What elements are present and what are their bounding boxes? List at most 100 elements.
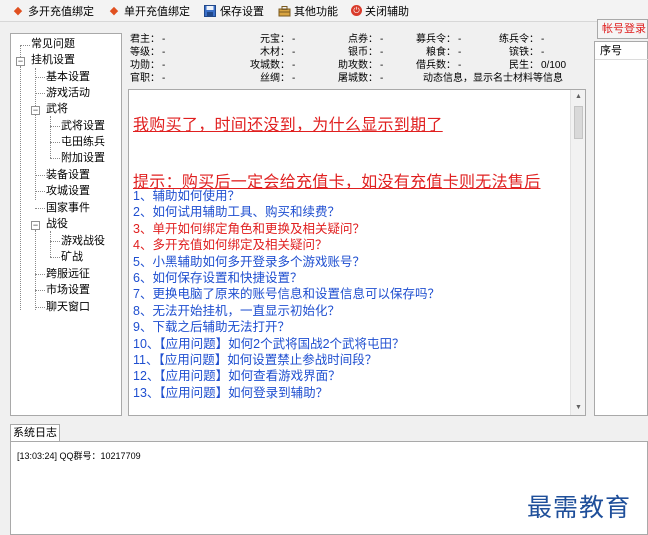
siege-count-field: 攻城数： - [250,60,296,71]
help-content-panel: 我购买了，时间还没到，为什么显示到期了 提示：购买后一定会给充值卡，如没有充值卡… [128,89,586,416]
faq-item[interactable]: 8、无法开始挂机，一直显示初始化？ [133,303,340,319]
log-line: [13:03:24] QQ群号：10217709 [17,451,141,461]
merit-field: 功勋： - [130,60,166,71]
silk-field: 丝绸： - [260,73,296,84]
tree-item-game-activities[interactable]: 游戏活动 [46,86,90,101]
column-header-no[interactable]: 序号 [595,42,648,60]
official-field: 官职： - [130,73,166,84]
tree-item-mine-battle[interactable]: 矿战 [61,250,83,265]
tree-collapse-icon[interactable]: − [31,221,40,230]
civilians-field: 民生： 0/100 [509,60,567,71]
tree-item-market-settings[interactable]: 市场设置 [46,283,90,298]
tree-item-state-events[interactable]: 国家事件 [46,201,90,216]
faq-item[interactable]: 12、【应用问题】如何查看游戏界面？ [133,368,341,384]
tree-item-hang-settings[interactable]: 挂机设置 [31,53,75,68]
tree-item-siege-settings[interactable]: 攻城设置 [46,184,90,199]
multi-bind-label: 多开充值绑定 [28,5,94,18]
faq-item[interactable]: 9、下载之后辅助无法打开？ [133,319,290,335]
level-field: 等级： - [130,47,166,58]
single-bind-button[interactable]: ◆ 单开充值绑定 [103,1,194,21]
account-list: 序号 [594,41,648,416]
faq-item[interactable]: 7、更换电脑了原来的账号信息和设置信息可以保存吗？ [133,286,440,302]
tree-item-common-problems[interactable]: 常见问题 [31,37,75,52]
tree-line [35,230,36,310]
tree-line [50,241,60,242]
scroll-up-arrow-icon[interactable]: ▲ [571,90,585,104]
floppy-disk-icon [203,4,217,18]
tree-line [35,175,45,176]
faq-item[interactable]: 1、辅助如何使用？ [133,188,240,204]
tree-item-extra-settings[interactable]: 附加设置 [61,151,105,166]
save-settings-button[interactable]: 保存设置 [199,1,268,21]
save-settings-label: 保存设置 [220,5,264,18]
coupons-field: 点券： - [348,34,384,45]
tree-line [20,45,30,46]
faq-item[interactable]: 6、如何保存设置和快捷设置？ [133,270,302,286]
power-icon: ⏻ [351,5,362,16]
tree-item-basic-settings[interactable]: 基本设置 [46,70,90,85]
tree-line [50,142,60,143]
tree-line [35,208,45,209]
other-functions-label: 其他功能 [294,5,338,18]
tree-line [35,307,45,308]
faq-item[interactable]: 4、多开充值如何绑定及相关疑问？ [133,237,327,253]
close-helper-button[interactable]: ⏻ 关闭辅助 [347,1,413,21]
iron-field: 镔铁： - [509,47,545,58]
borrow-troops-field: 借兵数： - [416,60,462,71]
gold-field: 元宝： - [260,34,296,45]
tree-line [35,274,45,275]
lord-field: 君主： - [130,34,166,45]
account-info-panel: 君主： - 元宝： - 点券： - 募兵令： - 练兵令： - 等级： - 木材： - 银币：… [128,33,588,87]
diamond-icon: ◆ [109,5,119,17]
tree-line [35,93,45,94]
tree-line [50,257,60,258]
tree-line [35,191,45,192]
faq-item[interactable]: 13、【应用问题】如何登录到辅助？ [133,385,328,401]
toolbar: ◆ 多开充值绑定 ◆ 单开充值绑定 保存设置 其他功能 ⏻ 关闭辅助 [0,0,648,22]
tree-collapse-icon[interactable]: − [31,106,40,115]
assist-count-field: 助攻数： - [338,60,384,71]
silver-field: 银币： - [348,47,384,58]
massacre-count-field: 屠城数： - [338,73,384,84]
diamond-icon: ◆ [13,5,23,17]
tree-line [35,290,45,291]
settings-tree: 常见问题 − 挂机设置 基本设置 游戏活动 − 武将 武将设置 屯田练兵 附加设… [10,33,122,416]
faq-item[interactable]: 2、如何试用辅助工具、购买和续费？ [133,204,340,220]
train-order-field: 练兵令： - [499,34,545,45]
close-helper-label: 关闭辅助 [365,5,409,18]
single-bind-label: 单开充值绑定 [124,5,190,18]
tree-item-farm-train[interactable]: 屯田练兵 [61,135,105,150]
tree-item-general-settings[interactable]: 武将设置 [61,119,105,134]
toolbox-icon [277,4,291,18]
tree-line [50,158,60,159]
content-scrollbar[interactable]: ▲ ▼ [570,90,585,415]
tree-line [50,126,60,127]
faq-item[interactable]: 11、【应用问题】如何设置禁止参战时间段？ [133,352,377,368]
tree-line [35,68,36,200]
tree-item-game-battle[interactable]: 游戏战役 [61,234,105,249]
tree-line [50,116,51,158]
tab-system-log[interactable]: 系统日志 [10,424,60,442]
dynamic-info-text: 动态信息，显示名士材料等信息 [423,73,563,84]
other-functions-button[interactable]: 其他功能 [273,1,342,21]
tree-item-general[interactable]: 武将 [46,102,68,117]
food-field: 粮食： - [426,47,462,58]
watermark-text: 最需教育 [527,493,632,522]
scroll-down-arrow-icon[interactable]: ▼ [571,401,585,415]
tree-line [50,231,51,257]
tree-line [20,66,21,310]
multi-bind-button[interactable]: ◆ 多开充值绑定 [7,1,98,21]
recruit-order-field: 募兵令： - [416,34,462,45]
tree-line [35,77,45,78]
tree-item-cross-server[interactable]: 跨服远征 [46,267,90,282]
faq-item[interactable]: 5、小黑辅助如何多开登录多个游戏账号？ [133,254,365,270]
tree-item-chat-window[interactable]: 聊天窗口 [46,300,90,315]
expiry-notice-link[interactable]: 我购买了，时间还没到，为什么显示到期了 [133,111,443,135]
tree-collapse-icon[interactable]: − [16,57,25,66]
account-login-button[interactable]: 帐号登录 [597,19,648,39]
faq-item[interactable]: 10、【应用问题】如何2个武将国战2个武将屯田？ [133,336,405,352]
faq-item[interactable]: 3、单开如何绑定角色和更换及相关疑问？ [133,221,365,237]
tree-item-battle[interactable]: 战役 [46,217,68,232]
tree-item-equipment-settings[interactable]: 装备设置 [46,168,90,183]
scrollbar-thumb[interactable] [574,106,583,139]
